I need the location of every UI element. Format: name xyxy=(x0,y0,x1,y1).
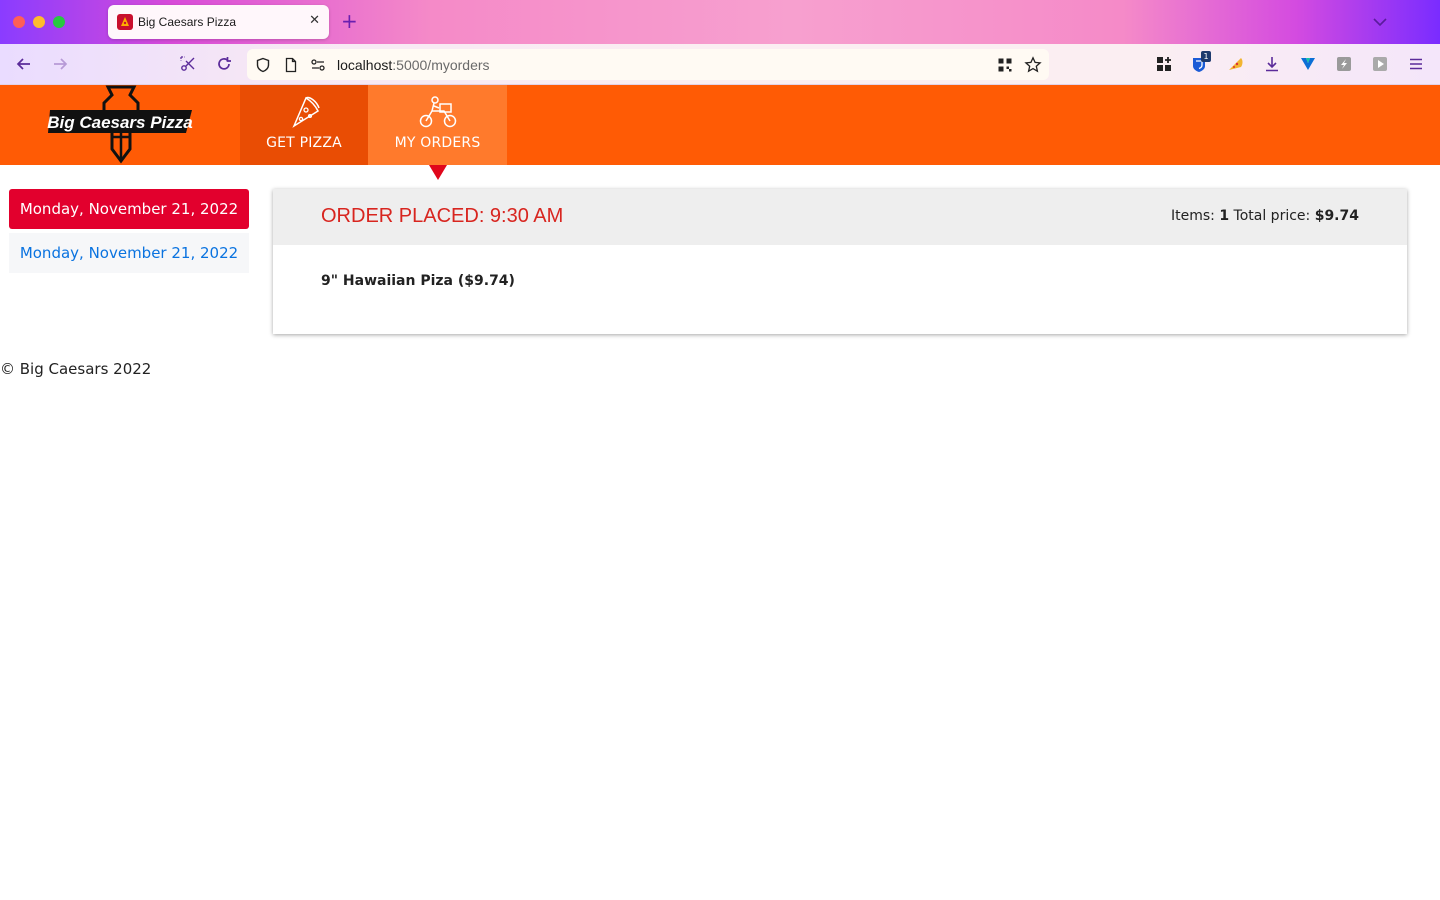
nav-my-orders-label: MY ORDERS xyxy=(394,135,481,151)
items-label: Items: xyxy=(1170,208,1215,224)
pizza-extension-icon[interactable] xyxy=(1226,54,1246,74)
browser-titlebar: Big Caesars Pizza ✕ + xyxy=(0,0,1440,44)
date-filter-link[interactable]: Monday, November 21, 2022 xyxy=(9,233,249,273)
order-title: ORDER PLACED: 9:30 AM xyxy=(321,205,564,227)
new-tab-button[interactable]: + xyxy=(341,10,358,32)
download-icon[interactable] xyxy=(1262,54,1282,74)
maximize-window-button[interactable] xyxy=(53,16,65,28)
tab-title: Big Caesars Pizza xyxy=(138,15,237,29)
browser-toolbar: localhost:5000/myorders 1 xyxy=(0,44,1440,85)
nav-my-orders[interactable]: MY ORDERS xyxy=(368,85,507,165)
delivery-scooter-icon xyxy=(418,95,458,129)
address-bar[interactable]: localhost:5000/myorders xyxy=(247,49,1049,80)
active-nav-indicator xyxy=(429,165,447,180)
permissions-icon[interactable] xyxy=(309,56,327,74)
browser-tab[interactable]: Big Caesars Pizza ✕ xyxy=(108,5,329,39)
bookmark-star-icon[interactable] xyxy=(1024,56,1042,74)
extension-badge: 1 xyxy=(1201,51,1211,62)
order-summary: Items: 1 Total price: $9.74 xyxy=(1171,208,1359,224)
extensions-grid-icon[interactable] xyxy=(1154,54,1174,74)
page-icon[interactable] xyxy=(282,56,300,74)
total-price-value: $9.74 xyxy=(1314,208,1359,224)
screenshot-icon[interactable] xyxy=(176,52,200,76)
minimize-window-button[interactable] xyxy=(33,16,45,28)
url-path: :5000/myorders xyxy=(392,57,490,73)
footer-copyright: © Big Caesars 2022 xyxy=(0,360,152,378)
reader-extension-icon[interactable] xyxy=(1334,54,1354,74)
total-price-label: Total price: xyxy=(1233,208,1311,224)
forward-arrow-icon[interactable] xyxy=(48,52,72,76)
items-count: 1 xyxy=(1219,208,1230,224)
date-filter-active[interactable]: Monday, November 21, 2022 xyxy=(9,189,249,229)
site-header: Big Caesars Pizza GET PIZZA MY ORDERS xyxy=(0,85,1440,165)
qr-code-icon[interactable] xyxy=(996,56,1014,74)
close-tab-icon[interactable]: ✕ xyxy=(309,13,320,29)
logo-text: Big Caesars Pizza xyxy=(47,113,193,132)
pizza-slice-icon xyxy=(284,95,324,129)
reload-icon[interactable] xyxy=(212,52,236,76)
menu-hamburger-icon[interactable] xyxy=(1406,54,1426,74)
url-host: localhost xyxy=(337,57,393,73)
nav-get-pizza-label: GET PIZZA xyxy=(266,135,342,151)
big-caesars-logo[interactable]: Big Caesars Pizza xyxy=(46,85,196,165)
back-arrow-icon[interactable] xyxy=(12,52,36,76)
play-extension-icon[interactable] xyxy=(1370,54,1390,74)
url-text[interactable]: localhost:5000/myorders xyxy=(337,57,490,73)
order-line-item: 9" Hawaiian Piza ($9.74) xyxy=(321,273,515,289)
order-header: ORDER PLACED: 9:30 AM Items: 1 Total pri… xyxy=(273,189,1407,245)
shield-icon[interactable] xyxy=(254,56,272,74)
pizza-favicon-icon xyxy=(117,14,133,30)
order-card: ORDER PLACED: 9:30 AM Items: 1 Total pri… xyxy=(273,189,1407,334)
close-window-button[interactable] xyxy=(13,16,25,28)
vpn-extension-icon[interactable] xyxy=(1298,54,1318,74)
chevron-down-icon[interactable] xyxy=(1371,14,1389,30)
nav-get-pizza[interactable]: GET PIZZA xyxy=(240,85,368,165)
